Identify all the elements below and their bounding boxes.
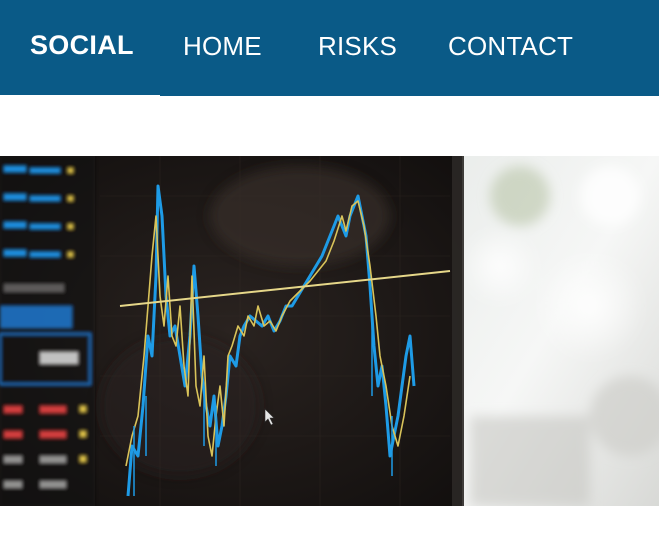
trading-chart-photo xyxy=(0,156,659,506)
nav-link-risks[interactable]: RISKS xyxy=(318,0,397,96)
nav-link-contact[interactable]: CONTACT xyxy=(448,0,573,96)
brand-link[interactable]: SOCIAL xyxy=(0,0,160,96)
nav-link-home[interactable]: HOME xyxy=(183,0,262,96)
hero-image xyxy=(0,156,659,506)
top-navbar: SOCIAL HOME RISKS CONTACT xyxy=(0,0,659,97)
active-underline xyxy=(0,95,160,97)
